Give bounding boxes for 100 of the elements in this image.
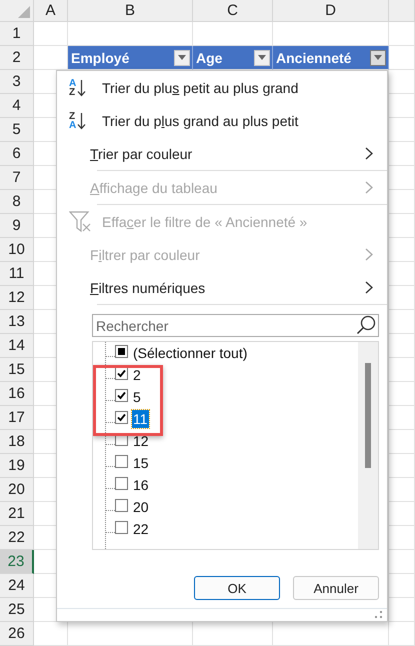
row-header[interactable]: 19	[0, 454, 34, 478]
menu-item[interactable]: Filtres numériques	[57, 271, 387, 304]
row-header[interactable]: 24	[0, 574, 34, 598]
chevron-right-icon	[365, 147, 373, 160]
grid-cell[interactable]	[389, 358, 415, 382]
grid-cell[interactable]	[389, 70, 415, 94]
grid-cell[interactable]	[389, 502, 415, 526]
highlight-frame	[93, 365, 163, 436]
grid-cell[interactable]	[389, 286, 415, 310]
chevron-right-icon	[365, 248, 373, 261]
grid-cell[interactable]	[389, 118, 415, 142]
grid-cell[interactable]	[389, 550, 415, 574]
row-header[interactable]: 22	[0, 526, 34, 550]
row-header[interactable]: 5	[0, 118, 34, 142]
grid-cell[interactable]	[34, 22, 68, 46]
column-header[interactable]: B	[68, 0, 193, 21]
filter-dropdown-button[interactable]	[370, 50, 386, 66]
search-field[interactable]: Rechercher	[92, 314, 379, 337]
chevron-right-icon	[365, 281, 373, 294]
row-header[interactable]: 23	[0, 550, 34, 574]
row-header[interactable]: 11	[0, 262, 34, 286]
grid-cell[interactable]	[389, 430, 415, 454]
row-header[interactable]: 16	[0, 382, 34, 406]
checkbox[interactable]	[115, 344, 128, 358]
grid-cell[interactable]	[389, 262, 415, 286]
filter-dropdown-button[interactable]	[254, 50, 270, 66]
checkbox[interactable]	[115, 476, 128, 490]
grid-cell[interactable]	[389, 142, 415, 166]
list-item-label[interactable]: 16	[132, 476, 150, 494]
column-title: Employé	[71, 50, 130, 66]
corner-triangle-icon	[18, 6, 30, 18]
row-header[interactable]: 14	[0, 334, 34, 358]
grid-cell[interactable]	[389, 190, 415, 214]
menu-item[interactable]: A Z Trier du plus petit au plus grand	[57, 71, 387, 104]
caret-icon	[374, 55, 382, 60]
row-header[interactable]: 4	[0, 94, 34, 118]
grid-cell[interactable]	[389, 382, 415, 406]
search-icon	[356, 315, 376, 335]
scrollbar-thumb[interactable]	[365, 363, 371, 468]
list-item-label[interactable]: 12	[132, 432, 150, 450]
row-header[interactable]: 21	[0, 502, 34, 526]
row-header[interactable]: 20	[0, 478, 34, 502]
menu-item[interactable]: Z A Trier du plus grand au plus petit	[57, 104, 387, 137]
list-item-label[interactable]: 5	[132, 388, 142, 406]
grid-cell[interactable]	[389, 598, 415, 622]
grid-cell[interactable]	[389, 406, 415, 430]
checkbox[interactable]	[115, 520, 128, 534]
row-header[interactable]: 12	[0, 286, 34, 310]
grid-cell[interactable]	[389, 334, 415, 358]
grid-cell[interactable]	[389, 526, 415, 550]
clear-filter-icon	[69, 210, 93, 232]
row-header[interactable]: 25	[0, 598, 34, 622]
grid-cell[interactable]	[389, 94, 415, 118]
resize-grip-icon[interactable]	[375, 611, 383, 619]
grid-cell[interactable]	[389, 574, 415, 598]
caret-icon	[258, 55, 266, 60]
row-header[interactable]: 7	[0, 166, 34, 190]
checkbox[interactable]	[115, 454, 128, 468]
column-header[interactable]: A	[34, 0, 68, 21]
column-title: Age	[196, 50, 224, 66]
list-item-label[interactable]: 15	[132, 454, 150, 472]
checkbox[interactable]	[115, 498, 128, 512]
grid-cell[interactable]	[389, 454, 415, 478]
chevron-right-icon	[365, 181, 373, 194]
scrollbar[interactable]	[358, 342, 378, 549]
column-title: Ancienneté	[276, 50, 352, 66]
list-item-label[interactable]: 11	[132, 410, 149, 428]
list-item-label[interactable]: 2	[132, 366, 142, 384]
grid-cell[interactable]	[389, 22, 415, 46]
grid-cell[interactable]	[389, 46, 415, 70]
menu-item[interactable]: Trier par couleur	[57, 137, 387, 170]
list-item-label[interactable]: (Sélectionner tout)	[132, 344, 248, 362]
row-header[interactable]: 6	[0, 142, 34, 166]
caret-icon	[178, 55, 186, 60]
list-item-label[interactable]: 22	[132, 520, 150, 538]
column-header[interactable]: C	[193, 0, 273, 21]
grid-cell[interactable]	[389, 478, 415, 502]
list-item-label[interactable]: 20	[132, 498, 150, 516]
row-header[interactable]: 1	[0, 22, 34, 46]
column-header[interactable]: D	[273, 0, 389, 21]
row-header[interactable]: 8	[0, 190, 34, 214]
row-header[interactable]: 15	[0, 358, 34, 382]
dialog-button[interactable]: Annuler	[293, 576, 379, 600]
row-header[interactable]: 10	[0, 238, 34, 262]
filter-dropdown-button[interactable]	[174, 50, 190, 66]
grid-cell[interactable]	[389, 310, 415, 334]
row-header[interactable]: 13	[0, 310, 34, 334]
checkbox[interactable]	[115, 388, 128, 402]
grid-cell[interactable]	[389, 238, 415, 262]
dialog-button[interactable]: OK	[194, 576, 280, 600]
grid-cell[interactable]	[389, 214, 415, 238]
row-header[interactable]: 26	[0, 622, 34, 646]
grid-cell[interactable]	[389, 166, 415, 190]
checkbox[interactable]	[115, 410, 128, 424]
row-header[interactable]: 18	[0, 430, 34, 454]
row-header[interactable]: 17	[0, 406, 34, 430]
row-header[interactable]: 2	[0, 46, 34, 70]
row-header[interactable]: 3	[0, 70, 34, 94]
grid-cell[interactable]	[389, 622, 415, 646]
row-header[interactable]: 9	[0, 214, 34, 238]
